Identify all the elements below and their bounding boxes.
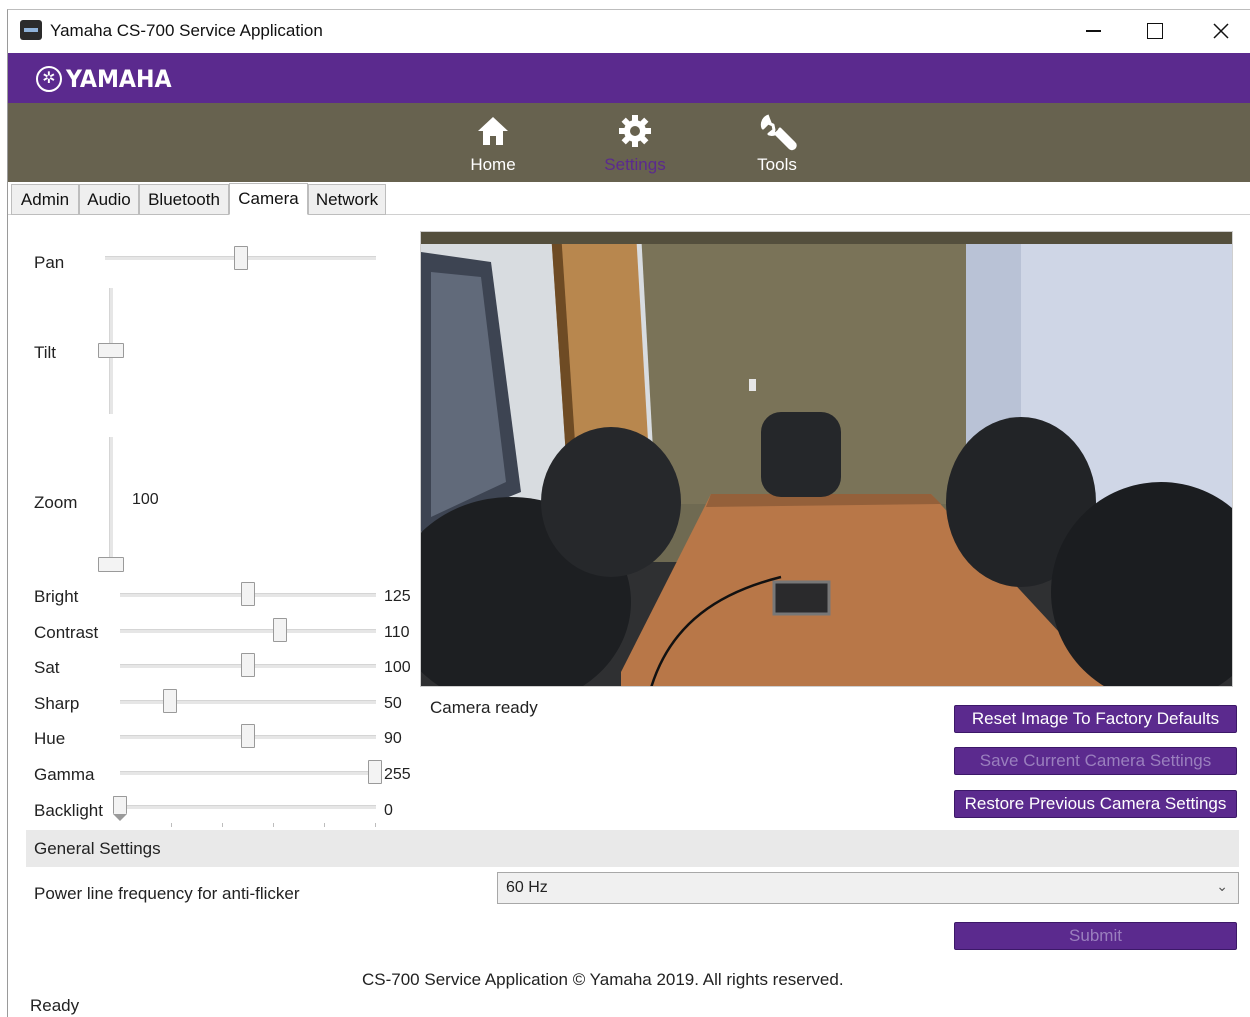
app-icon bbox=[20, 20, 42, 40]
camera-preview bbox=[420, 231, 1233, 687]
restore-camera-settings-button[interactable]: Restore Previous Camera Settings bbox=[954, 790, 1237, 818]
backlight-tick bbox=[324, 823, 325, 827]
nav-tools-label: Tools bbox=[757, 155, 797, 174]
backlight-slider-thumb[interactable] bbox=[113, 796, 127, 821]
camera-status: Camera ready bbox=[430, 698, 538, 717]
backlight-tick bbox=[273, 823, 274, 827]
backlight-label: Backlight bbox=[34, 801, 103, 820]
close-button[interactable] bbox=[1198, 14, 1244, 48]
sat-value: 100 bbox=[384, 659, 411, 676]
nav-settings[interactable]: Settings bbox=[580, 103, 690, 182]
contrast-slider-track[interactable] bbox=[120, 629, 376, 633]
sharp-slider-thumb[interactable] bbox=[163, 689, 177, 713]
tab-camera[interactable]: Camera bbox=[229, 183, 308, 215]
sharp-label: Sharp bbox=[34, 694, 80, 713]
hue-slider-thumb[interactable] bbox=[241, 724, 255, 748]
brand-name: YAMAHA bbox=[66, 65, 172, 93]
backlight-tick bbox=[222, 823, 223, 827]
tab-network[interactable]: Network bbox=[308, 184, 386, 215]
backlight-tick bbox=[171, 823, 172, 827]
sat-label: Sat bbox=[34, 658, 60, 677]
contrast-label: Contrast bbox=[34, 623, 99, 642]
tab-audio[interactable]: Audio bbox=[79, 184, 139, 215]
reset-factory-defaults-button[interactable]: Reset Image To Factory Defaults bbox=[954, 705, 1237, 733]
hue-label: Hue bbox=[34, 729, 66, 748]
window-title: Yamaha CS-700 Service Application bbox=[50, 21, 323, 40]
footer-copyright: CS-700 Service Application © Yamaha 2019… bbox=[362, 970, 844, 989]
title-bar: Yamaha CS-700 Service Application bbox=[8, 10, 1250, 53]
gamma-label: Gamma bbox=[34, 765, 95, 784]
brand-bar: ✲ YAMAHA bbox=[8, 53, 1250, 103]
gamma-slider-thumb[interactable] bbox=[368, 760, 382, 784]
bright-value: 125 bbox=[384, 588, 411, 605]
backlight-tick bbox=[375, 823, 376, 827]
minimize-button[interactable] bbox=[1070, 14, 1116, 48]
submit-button[interactable]: Submit bbox=[954, 922, 1237, 950]
wrench-icon bbox=[760, 114, 797, 151]
main-nav: Home Settings Tools bbox=[8, 103, 1250, 182]
power-line-frequency-value: 60 Hz bbox=[506, 879, 548, 896]
zoom-slider-thumb[interactable] bbox=[98, 557, 124, 572]
tuning-fork-emblem-icon: ✲ bbox=[36, 66, 62, 92]
zoom-slider-track[interactable] bbox=[109, 437, 113, 571]
general-settings-header: General Settings bbox=[26, 830, 1239, 867]
tilt-slider-thumb[interactable] bbox=[98, 343, 124, 358]
tab-admin[interactable]: Admin bbox=[11, 184, 79, 215]
zoom-value: 100 bbox=[132, 491, 159, 508]
sharp-slider-track[interactable] bbox=[120, 700, 376, 704]
backlight-value: 0 bbox=[384, 802, 393, 819]
bright-slider-thumb[interactable] bbox=[241, 582, 255, 606]
app-window: Yamaha CS-700 Service Application ✲ YAMA… bbox=[7, 9, 1250, 1017]
nav-tools[interactable]: Tools bbox=[722, 103, 832, 182]
chevron-down-icon: ⌄ bbox=[1216, 878, 1228, 894]
status-bar-text: Ready bbox=[30, 996, 80, 1015]
power-line-frequency-label: Power line frequency for anti-flicker bbox=[34, 884, 300, 903]
gamma-value: 255 bbox=[384, 766, 411, 783]
pan-label: Pan bbox=[34, 253, 65, 272]
gear-icon bbox=[619, 115, 651, 147]
sat-slider-thumb[interactable] bbox=[241, 653, 255, 677]
sharp-value: 50 bbox=[384, 695, 402, 712]
backlight-slider-track[interactable] bbox=[120, 805, 376, 809]
pan-slider-thumb[interactable] bbox=[234, 246, 248, 270]
gamma-slider-track[interactable] bbox=[120, 771, 376, 775]
hue-value: 90 bbox=[384, 730, 402, 747]
maximize-button[interactable] bbox=[1132, 14, 1178, 48]
contrast-slider-thumb[interactable] bbox=[273, 618, 287, 642]
power-line-frequency-select[interactable]: 60 Hz ⌄ bbox=[497, 872, 1239, 904]
home-icon bbox=[478, 117, 508, 145]
settings-tabs: Admin Audio Bluetooth Camera Network bbox=[8, 183, 1250, 215]
tilt-label: Tilt bbox=[34, 343, 57, 362]
close-icon bbox=[1213, 23, 1229, 39]
nav-home[interactable]: Home bbox=[438, 103, 548, 182]
nav-settings-label: Settings bbox=[604, 155, 666, 174]
nav-home-label: Home bbox=[470, 155, 516, 174]
bright-label: Bright bbox=[34, 587, 79, 606]
tab-bluetooth[interactable]: Bluetooth bbox=[139, 184, 229, 215]
yamaha-logo: ✲ YAMAHA bbox=[36, 65, 181, 93]
zoom-label: Zoom bbox=[34, 493, 78, 512]
save-camera-settings-button[interactable]: Save Current Camera Settings bbox=[954, 747, 1237, 775]
contrast-value: 110 bbox=[384, 624, 410, 641]
